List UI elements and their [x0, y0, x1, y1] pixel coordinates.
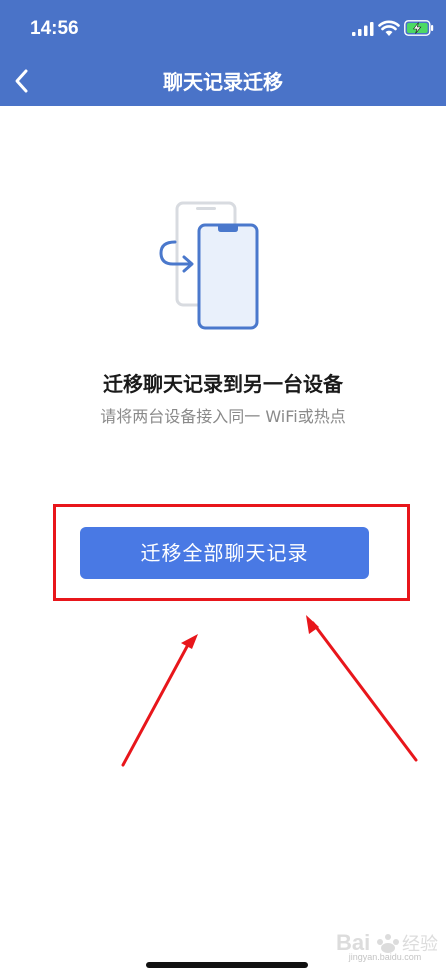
signal-icon: [352, 22, 374, 36]
home-indicator: [146, 962, 308, 968]
phone-transfer-icon: [159, 201, 259, 330]
red-arrows: [121, 615, 418, 767]
page-title: 聊天记录迁移: [163, 70, 283, 94]
header: 14:56 聊天记录迁移: [0, 0, 446, 106]
headline: 迁移聊天记录到另一台设备: [103, 372, 343, 396]
status-time: 14:56: [30, 18, 79, 39]
wifi-icon: [378, 20, 400, 36]
migrate-all-button[interactable]: 迁移全部聊天记录: [80, 527, 369, 579]
status-bar: 14:56: [0, 0, 446, 56]
watermark-logo: Bai 经验: [336, 930, 438, 955]
battery-charging-icon: [404, 20, 434, 36]
subtext: 请将两台设备接入同一 WiFi或热点: [100, 407, 346, 426]
watermark-text: jingyan.baidu.com: [348, 952, 422, 962]
nav-bar: 聊天记录迁移: [0, 56, 446, 106]
